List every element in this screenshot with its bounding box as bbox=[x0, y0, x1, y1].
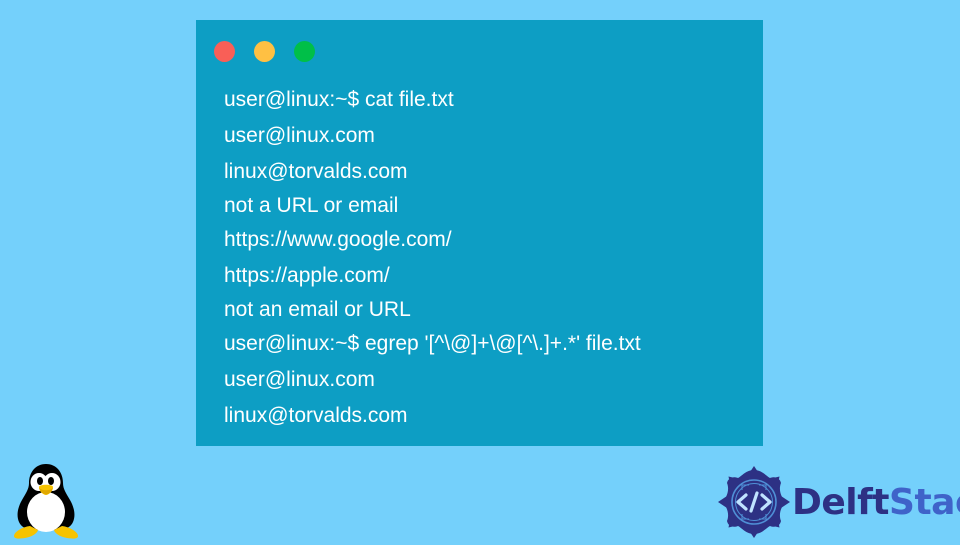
terminal-line-output: user@linux.com bbox=[224, 124, 375, 147]
terminal-line-output: https://apple.com/ bbox=[224, 264, 390, 287]
terminal-window: user@linux:~$ cat file.txt user@linux.co… bbox=[196, 20, 763, 446]
terminal-line-output: linux@torvalds.com bbox=[224, 160, 408, 183]
delftstack-word-delft: Delft bbox=[792, 481, 890, 523]
delftstack-word-stack: Stack bbox=[889, 481, 960, 523]
close-button[interactable] bbox=[214, 40, 235, 62]
delftstack-wordmark: DelftStack bbox=[792, 482, 960, 523]
delftstack-logo: DelftStack bbox=[718, 466, 960, 538]
terminal-line-output: linux@torvalds.com bbox=[224, 404, 408, 427]
terminal-line-output: not a URL or email bbox=[224, 194, 399, 217]
terminal-line-output: not an email or URL bbox=[224, 298, 411, 321]
linux-tux-icon bbox=[10, 462, 82, 540]
terminal-line-command: user@linux:~$ egrep '[^\@]+\@[^\.]+.*' f… bbox=[224, 332, 641, 355]
terminal-line-output: https://www.google.com/ bbox=[224, 228, 452, 251]
terminal-output[interactable]: user@linux:~$ cat file.txt user@linux.co… bbox=[224, 82, 753, 440]
maximize-button[interactable] bbox=[294, 40, 315, 62]
minimize-button[interactable] bbox=[254, 40, 275, 62]
delftstack-emblem-icon bbox=[718, 466, 790, 538]
terminal-line-command: user@linux:~$ cat file.txt bbox=[224, 88, 454, 111]
terminal-line-output: user@linux.com bbox=[224, 368, 375, 391]
terminal-titlebar bbox=[196, 20, 763, 82]
